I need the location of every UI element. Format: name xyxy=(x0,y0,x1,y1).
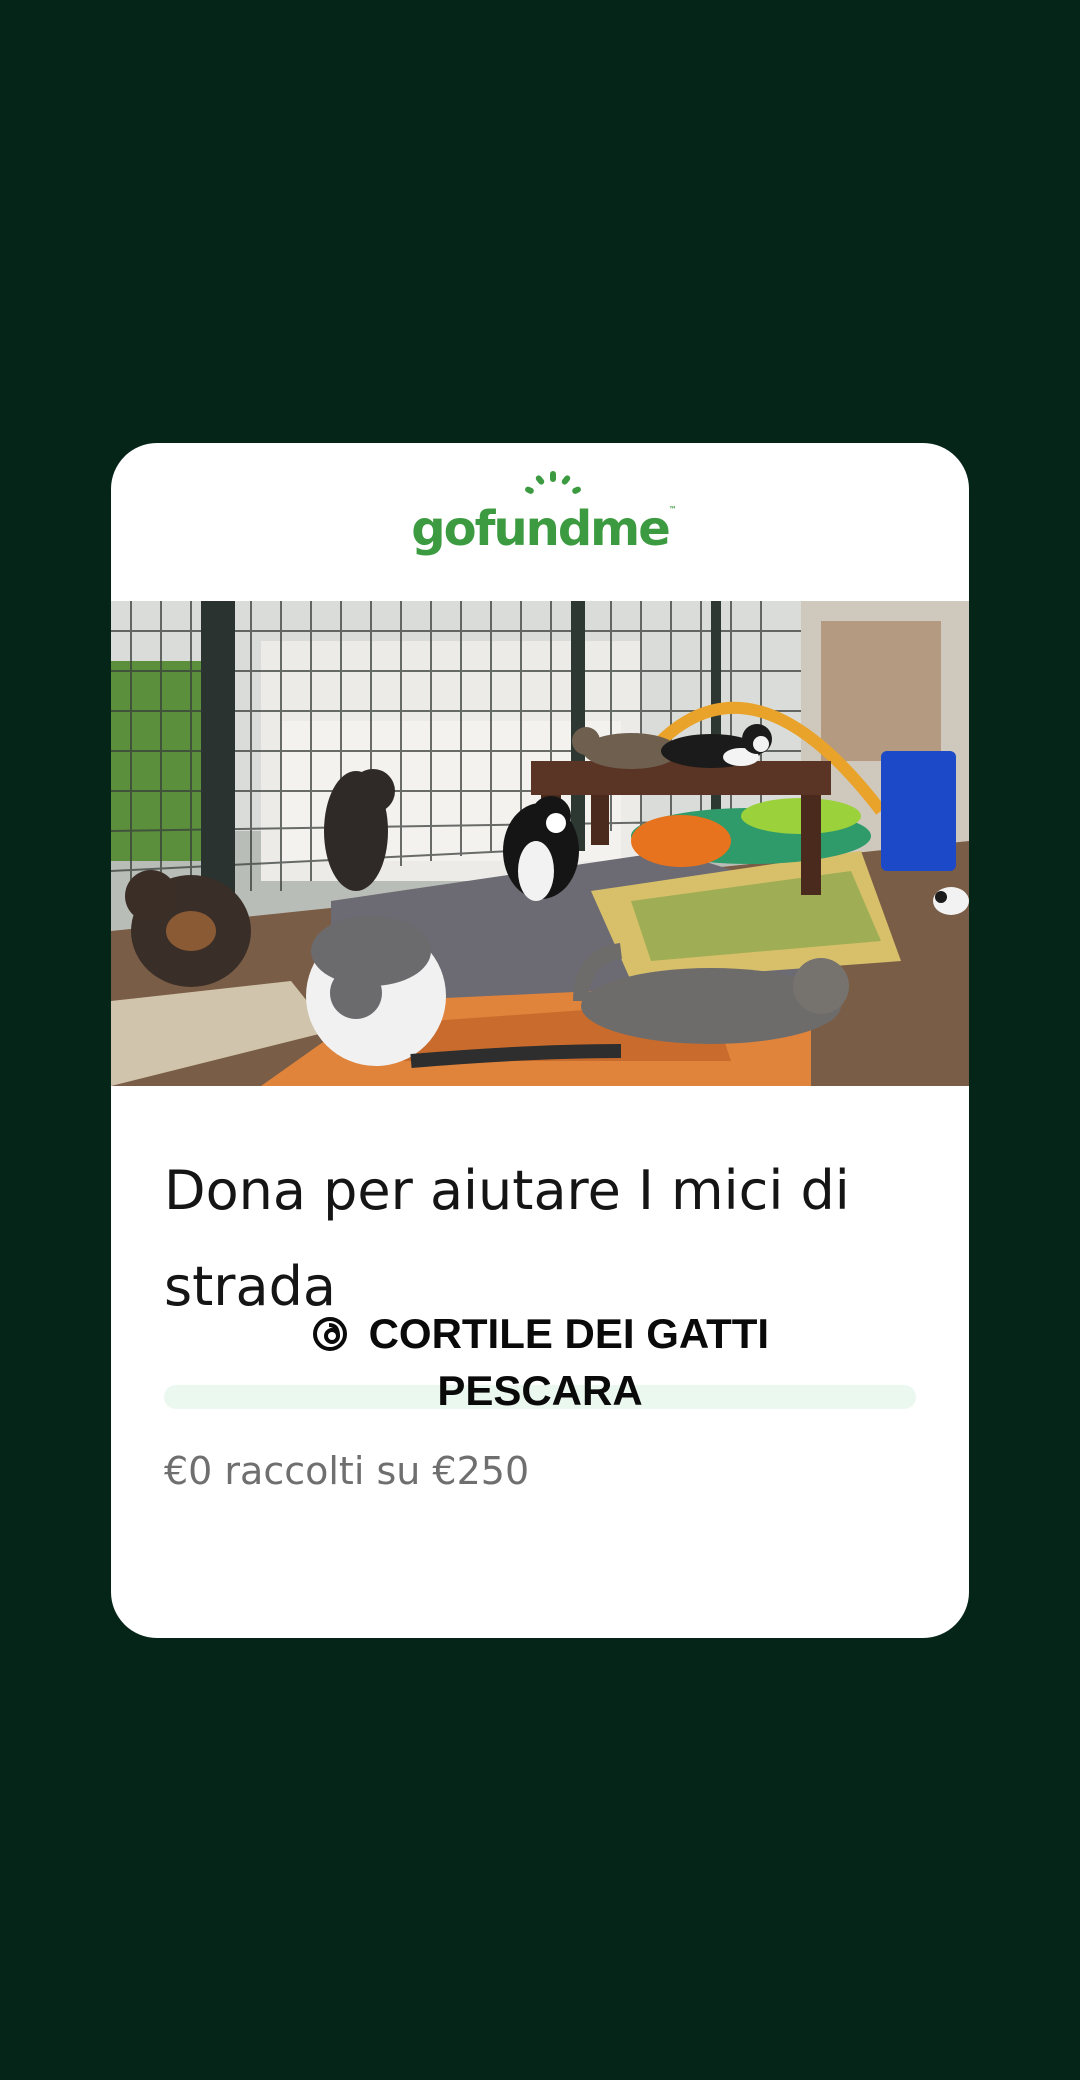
logo-sun-rays-icon xyxy=(525,471,582,494)
trademark-mark: ™ xyxy=(668,505,677,514)
campaign-photo xyxy=(111,601,969,1086)
fundraiser-card[interactable]: gofundme ™ Dona per aiutare I mici di st… xyxy=(111,443,969,1638)
gofundme-logo: gofundme ™ xyxy=(411,471,677,557)
logo-wordmark: gofundme xyxy=(411,501,670,557)
threads-icon xyxy=(312,1317,347,1351)
amount-raised: €0 raccolti su €250 xyxy=(164,1449,530,1493)
cats-enclosure-image xyxy=(111,601,969,1086)
sticker-text: CORTILE DEI GATTI PESCARA xyxy=(368,1310,770,1414)
location-sticker[interactable]: CORTILE DEI GATTI PESCARA xyxy=(292,1305,788,1419)
gofundme-header: gofundme ™ xyxy=(111,443,969,601)
